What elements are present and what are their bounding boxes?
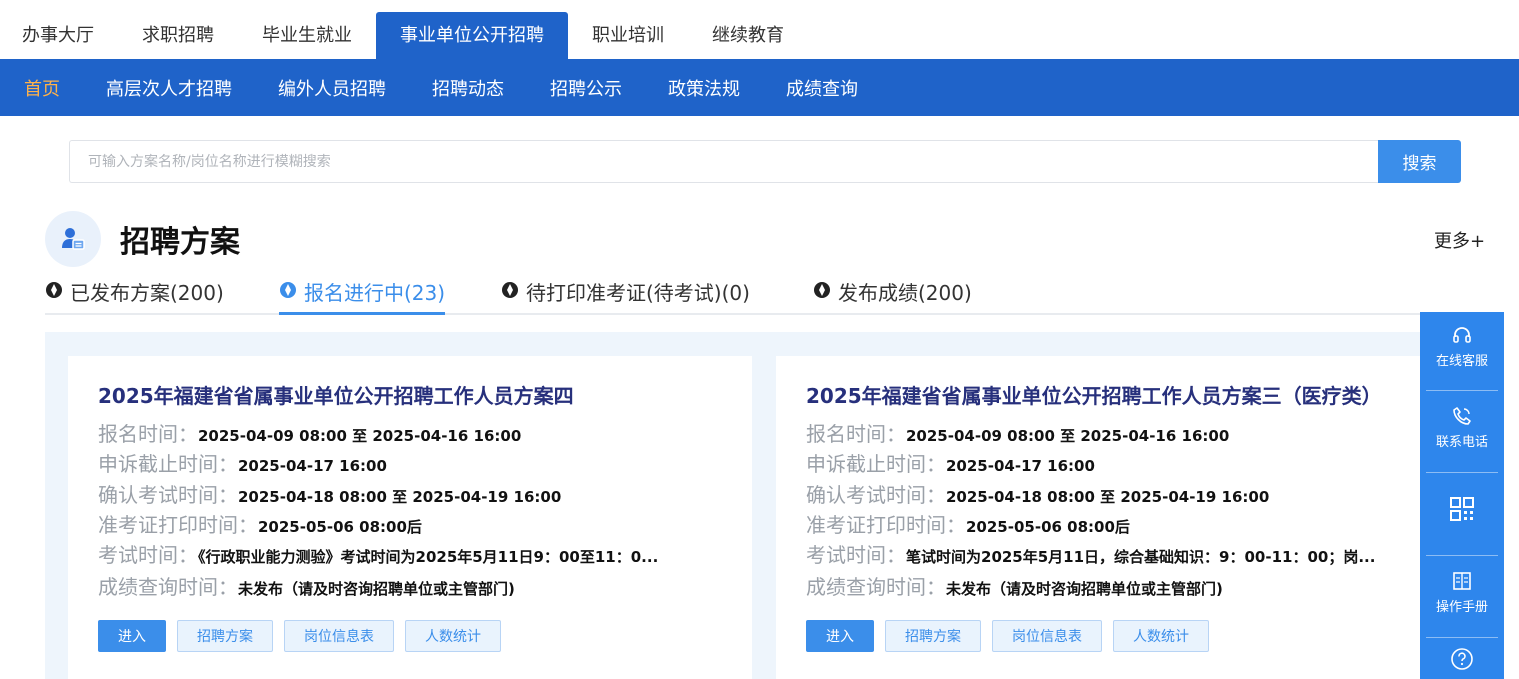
row-value: 2025-05-06 08:00后 <box>966 518 1130 536</box>
plan-card: 2025年福建省省属事业单位公开招聘工作人员方案三（医疗类） 报名时间：2025… <box>776 356 1460 679</box>
qrcode-icon <box>1450 497 1474 521</box>
row-value: 2025-04-09 08:00 至 2025-04-16 16:00 <box>198 427 522 445</box>
float-label: 联系电话 <box>1435 435 1488 450</box>
tab-published-plans[interactable]: 已发布方案(200) <box>45 277 224 315</box>
plan-card-title[interactable]: 2025年福建省省属事业单位公开招聘工作人员方案三（医疗类） <box>806 380 1382 409</box>
nav-policy-regulations[interactable]: 政策法规 <box>645 75 763 101</box>
row-value: 《行政职业能力测验》考试时间为2025年5月11日9：00至11：0... <box>198 548 659 566</box>
search-button[interactable]: 搜索 <box>1378 140 1461 183</box>
top-tab-continuing-education[interactable]: 继续教育 <box>688 12 808 59</box>
help-icon <box>1451 648 1473 670</box>
position-info-button[interactable]: 岗位信息表 <box>284 620 394 652</box>
user-badge-icon <box>45 211 101 267</box>
row-value: 笔试时间为2025年5月11日，综合基础知识：9：00-11：00；岗... <box>906 548 1376 566</box>
float-label: 在线客服 <box>1435 354 1488 369</box>
row-label: 准考证打印时间： <box>806 513 966 537</box>
top-tab-graduate-employment[interactable]: 毕业生就业 <box>238 12 376 59</box>
qrcode-button[interactable] <box>1420 496 1504 526</box>
registration-time-row: 报名时间：2025-04-09 08:00 至 2025-04-16 16:00 <box>806 418 1426 447</box>
nav-home[interactable]: 首页 <box>0 75 83 101</box>
phone-icon <box>1453 407 1471 425</box>
row-value: 未发布（请及时咨询招聘单位或主管部门) <box>238 580 515 598</box>
ticket-print-row: 准考证打印时间：2025-05-06 08:00后 <box>98 509 718 538</box>
row-label: 考试时间： <box>806 543 906 567</box>
plan-status-tabs: 已发布方案(200) 报名进行中(23) 待打印准考证(待考试)(0) 发布成绩… <box>45 271 1477 315</box>
circle-arrow-icon <box>502 282 518 298</box>
main-nav: 首页 高层次人才招聘 编外人员招聘 招聘动态 招聘公示 政策法规 成绩查询 <box>0 59 1519 116</box>
contact-phone-button[interactable]: 联系电话 <box>1420 405 1504 450</box>
top-tab-vocational-training[interactable]: 职业培训 <box>568 12 688 59</box>
plan-card: 2025年福建省省属事业单位公开招聘工作人员方案四 报名时间：2025-04-0… <box>68 356 752 679</box>
row-value: 2025-04-18 08:00 至 2025-04-19 16:00 <box>238 488 562 506</box>
top-tab-public-institution-recruitment[interactable]: 事业单位公开招聘 <box>376 12 568 59</box>
recruitment-plan-button[interactable]: 招聘方案 <box>177 620 273 652</box>
exam-confirm-row: 确认考试时间：2025-04-18 08:00 至 2025-04-19 16:… <box>98 479 718 508</box>
position-info-button[interactable]: 岗位信息表 <box>992 620 1102 652</box>
nav-recruitment-notice[interactable]: 招聘公示 <box>527 75 645 101</box>
top-tab-job-recruitment[interactable]: 求职招聘 <box>118 12 238 59</box>
plan-cards-area: 2025年福建省省属事业单位公开招聘工作人员方案四 报名时间：2025-04-0… <box>45 332 1477 679</box>
enter-button[interactable]: 进入 <box>806 620 874 652</box>
plan-card-title[interactable]: 2025年福建省省属事业单位公开招聘工作人员方案四 <box>98 380 574 409</box>
search-box <box>69 140 1379 183</box>
exam-time-row: 考试时间：《行政职业能力测验》考试时间为2025年5月11日9：00至11：0.… <box>98 539 718 568</box>
card-actions: 进入 招聘方案 岗位信息表 人数统计 <box>98 620 501 652</box>
tab-label: 发布成绩(200) <box>838 281 972 305</box>
top-tab-service-hall[interactable]: 办事大厅 <box>0 12 118 59</box>
circle-arrow-icon <box>46 282 62 298</box>
enter-button[interactable]: 进入 <box>98 620 166 652</box>
row-value: 2025-04-17 16:00 <box>238 457 387 475</box>
exam-confirm-row: 确认考试时间：2025-04-18 08:00 至 2025-04-19 16:… <box>806 479 1426 508</box>
exam-time-row: 考试时间：笔试时间为2025年5月11日，综合基础知识：9：00-11：00；岗… <box>806 539 1426 568</box>
row-value: 2025-04-17 16:00 <box>946 457 1095 475</box>
circle-arrow-icon <box>280 282 296 298</box>
tab-score-published[interactable]: 发布成绩(200) <box>813 277 972 315</box>
online-service-button[interactable]: 在线客服 <box>1420 324 1504 369</box>
headset-icon <box>1453 327 1471 343</box>
headcount-stats-button[interactable]: 人数统计 <box>405 620 501 652</box>
appeal-deadline-row: 申诉截止时间：2025-04-17 16:00 <box>806 448 1426 477</box>
registration-time-row: 报名时间：2025-04-09 08:00 至 2025-04-16 16:00 <box>98 418 718 447</box>
row-label: 考试时间： <box>98 543 198 567</box>
row-value: 未发布（请及时咨询招聘单位或主管部门) <box>946 580 1223 598</box>
nav-high-level-talent[interactable]: 高层次人才招聘 <box>83 75 255 101</box>
card-actions: 进入 招聘方案 岗位信息表 人数统计 <box>806 620 1209 652</box>
operation-manual-button[interactable]: 操作手册 <box>1420 570 1504 615</box>
row-label: 申诉截止时间： <box>98 452 238 476</box>
row-label: 报名时间： <box>98 422 198 446</box>
nav-score-query[interactable]: 成绩查询 <box>763 75 881 101</box>
row-label: 报名时间： <box>806 422 906 446</box>
tab-label: 待打印准考证(待考试)(0) <box>526 281 750 305</box>
nav-contract-staff[interactable]: 编外人员招聘 <box>255 75 409 101</box>
row-label: 确认考试时间： <box>806 483 946 507</box>
section-title: 招聘方案 <box>120 225 240 260</box>
tab-registration-open[interactable]: 报名进行中(23) <box>279 277 446 315</box>
ticket-print-row: 准考证打印时间：2025-05-06 08:00后 <box>806 509 1426 538</box>
manual-icon <box>1453 572 1471 590</box>
tab-label: 已发布方案(200) <box>70 281 224 305</box>
score-query-row: 成绩查询时间：未发布（请及时咨询招聘单位或主管部门) <box>98 571 718 600</box>
row-label: 准考证打印时间： <box>98 513 258 537</box>
row-label: 成绩查询时间： <box>98 575 238 599</box>
score-query-row: 成绩查询时间：未发布（请及时咨询招聘单位或主管部门) <box>806 571 1426 600</box>
help-button[interactable] <box>1420 647 1504 675</box>
float-label: 操作手册 <box>1435 600 1488 615</box>
recruitment-plan-button[interactable]: 招聘方案 <box>885 620 981 652</box>
appeal-deadline-row: 申诉截止时间：2025-04-17 16:00 <box>98 448 718 477</box>
tab-admission-ticket-pending[interactable]: 待打印准考证(待考试)(0) <box>501 277 750 315</box>
search-input[interactable] <box>70 141 1379 182</box>
tab-label: 报名进行中(23) <box>304 281 446 305</box>
more-link[interactable]: 更多+ <box>1434 227 1485 253</box>
floating-service-bar: 在线客服 联系电话 操作手册 <box>1420 312 1504 679</box>
row-value: 2025-04-18 08:00 至 2025-04-19 16:00 <box>946 488 1270 506</box>
top-tab-bar: 办事大厅 求职招聘 毕业生就业 事业单位公开招聘 职业培训 继续教育 <box>0 12 1519 59</box>
row-label: 申诉截止时间： <box>806 452 946 476</box>
circle-arrow-icon <box>814 282 830 298</box>
headcount-stats-button[interactable]: 人数统计 <box>1113 620 1209 652</box>
row-label: 确认考试时间： <box>98 483 238 507</box>
row-value: 2025-05-06 08:00后 <box>258 518 422 536</box>
row-label: 成绩查询时间： <box>806 575 946 599</box>
nav-recruitment-news[interactable]: 招聘动态 <box>409 75 527 101</box>
row-value: 2025-04-09 08:00 至 2025-04-16 16:00 <box>906 427 1230 445</box>
